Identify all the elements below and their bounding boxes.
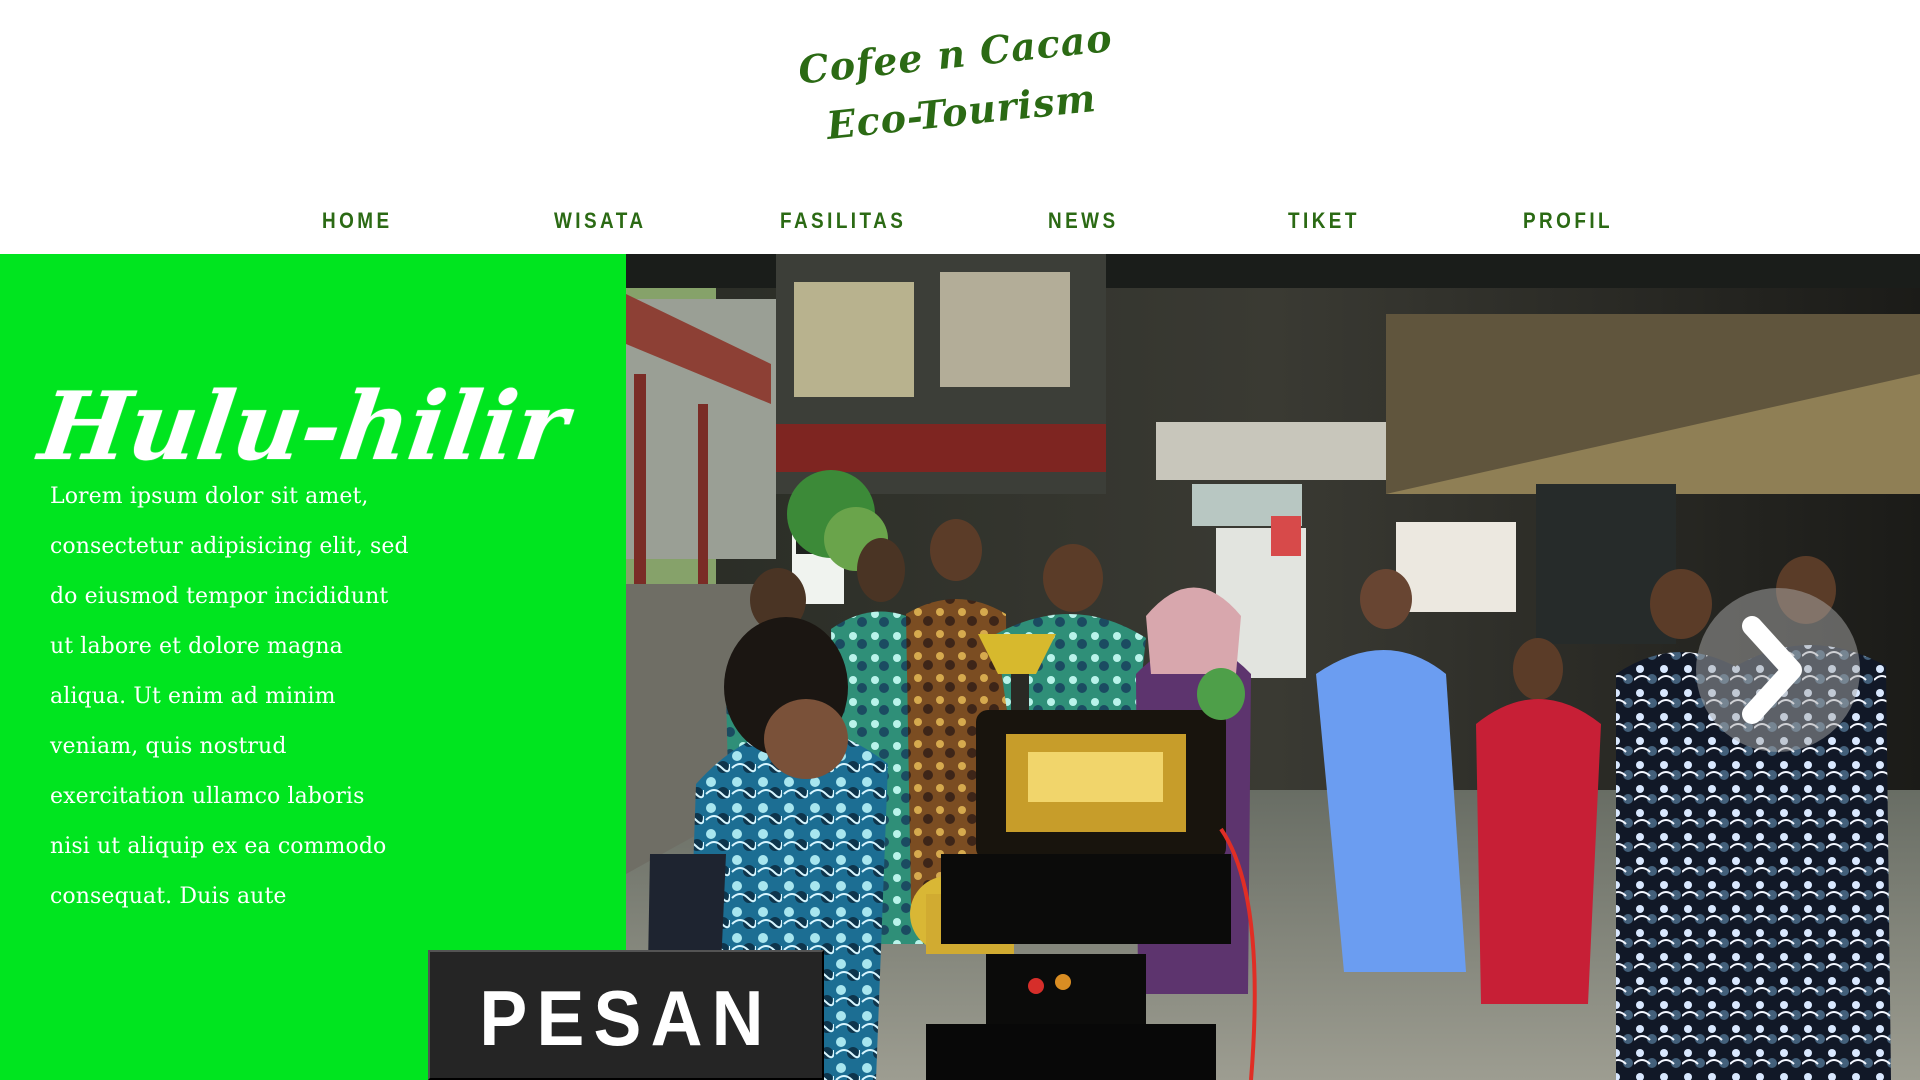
- site-header: Cofee n Cacao Eco-Tourism HOME WISATA FA…: [0, 0, 1920, 254]
- hero-slider: Hulu-hilir Lorem ipsum dolor sit amet, c…: [0, 254, 1920, 1080]
- pesan-button-label: PESAN: [479, 974, 773, 1062]
- pesan-button[interactable]: PESAN: [428, 950, 824, 1080]
- chevron-right-icon: [1742, 616, 1802, 724]
- next-slide-button[interactable]: [1696, 588, 1860, 752]
- nav-item-profil[interactable]: PROFIL: [1523, 208, 1613, 234]
- hero-title: Hulu-hilir: [33, 371, 574, 482]
- nav-item-wisata[interactable]: WISATA: [554, 208, 646, 234]
- page: Cofee n Cacao Eco-Tourism HOME WISATA FA…: [0, 0, 1920, 1080]
- nav-item-tiket[interactable]: TIKET: [1288, 208, 1360, 234]
- main-navigation: HOME WISATA FASILITAS NEWS TIKET PROFIL: [0, 200, 1920, 244]
- hero-description: Lorem ipsum dolor sit amet, consectetur …: [50, 484, 409, 909]
- nav-item-news[interactable]: NEWS: [1048, 208, 1119, 234]
- nav-item-fasilitas[interactable]: FASILITAS: [780, 208, 906, 234]
- brand-logo[interactable]: Cofee n Cacao Eco-Tourism: [794, 12, 1127, 185]
- nav-item-home[interactable]: HOME: [322, 208, 393, 234]
